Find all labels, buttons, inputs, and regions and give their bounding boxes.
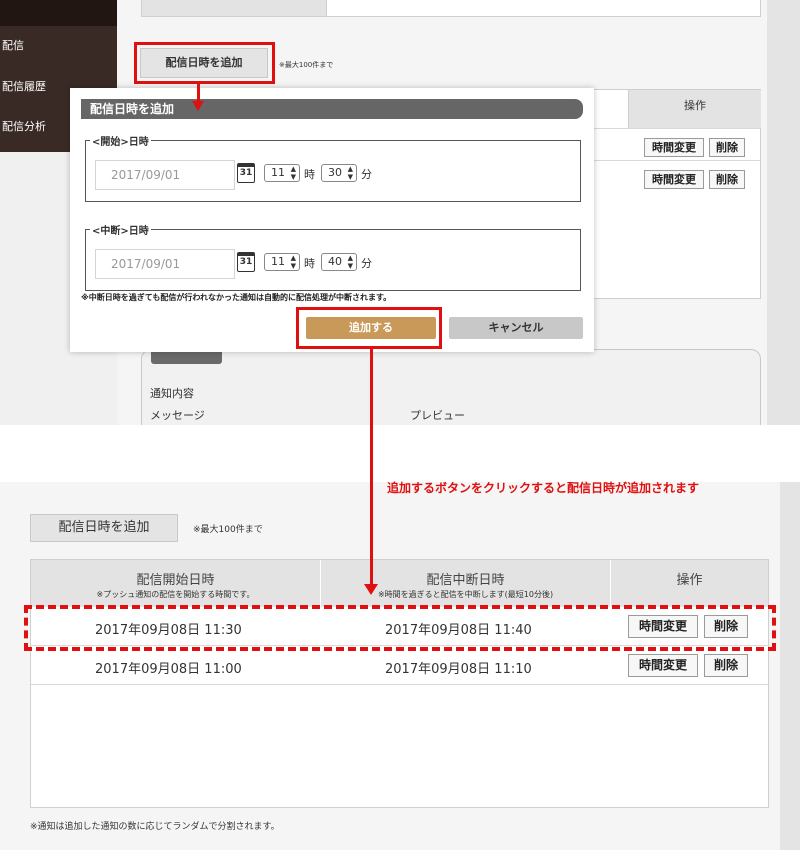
stop-datetime-group: <中断>日時 2017/09/01 31 11 ▲ ▼ 時 40 ▲ ▼ 分 — [85, 222, 581, 291]
calendar-icon[interactable]: 31 — [237, 163, 255, 183]
hour-unit: 時 — [304, 257, 315, 270]
modal-note: ※中断日時を過ぎても配信が行われなかった通知は自動的に配信処理が中断されます。 — [81, 293, 392, 302]
stop-hour-value: 11 — [271, 255, 285, 268]
modal-title: 配信日時を追加 — [81, 99, 583, 119]
max-note: ※最大100件まで — [193, 525, 263, 535]
add-button-highlight — [134, 42, 275, 84]
footer-note: ※通知は追加した通知の数に応じてランダムで分割されます。 — [30, 822, 280, 832]
arrow-line — [370, 349, 373, 586]
sidebar-item-history[interactable]: 配信履歴 — [2, 78, 46, 94]
start-datetime-group: <開始>日時 2017/09/01 31 11 ▲ ▼ 時 30 ▲ ▼ 分 — [85, 133, 581, 202]
stop-hour-select[interactable]: 11 ▲ ▼ — [264, 253, 300, 271]
start-minute-select[interactable]: 30 ▲ ▼ — [321, 164, 357, 182]
message-label: メッセージ — [150, 409, 205, 422]
start-hour-value: 11 — [271, 166, 285, 179]
calendar-icon[interactable]: 31 — [237, 252, 255, 272]
sidebar-item-analysis[interactable]: 配信分析 — [2, 118, 46, 134]
start-legend: <開始>日時 — [90, 133, 151, 148]
start-minute-value: 30 — [328, 166, 342, 179]
add-schedule-modal: 配信日時を追加 <開始>日時 2017/09/01 31 11 ▲ ▼ 時 30 … — [70, 88, 594, 352]
bottom-screenshot: 配信日時を追加 ※最大100件まで 配信開始日時 ※プッシュ通知の配信を開始する… — [0, 482, 800, 850]
confirm-button-highlight — [296, 307, 442, 349]
spinner-icon: ▲ ▼ — [290, 254, 296, 270]
preview-label: プレビュー — [410, 409, 465, 422]
hour-unit: 時 — [304, 168, 315, 181]
arrow-down-icon — [364, 584, 378, 595]
annotation-text: 追加するボタンをクリックすると配信日時が追加されます — [387, 481, 700, 495]
start-header-title: 配信開始日時 — [136, 573, 215, 588]
change-time-button[interactable]: 時間変更 — [628, 654, 698, 677]
stop-date-input[interactable]: 2017/09/01 — [95, 249, 235, 279]
new-row-highlight — [24, 605, 776, 651]
start-datetime-cell: 2017年09月08日 11:00 — [95, 662, 242, 677]
stop-minute-select[interactable]: 40 ▲ ▼ — [321, 253, 357, 271]
spinner-icon: ▲ ▼ — [290, 165, 296, 181]
table-row: 2017年09月08日 11:00 2017年09月08日 11:10 時間変更… — [31, 647, 768, 685]
notice-content-label: 通知内容 — [150, 387, 194, 400]
ops-header-title: 操作 — [676, 573, 703, 588]
stop-legend: <中断>日時 — [90, 222, 151, 237]
change-time-button[interactable]: 時間変更 — [644, 170, 704, 189]
delete-button[interactable]: 削除 — [704, 654, 748, 677]
cancel-button[interactable]: キャンセル — [449, 317, 583, 339]
arrow-down-icon — [192, 101, 204, 111]
max-note: ※最大100件まで — [279, 61, 334, 69]
start-date-input[interactable]: 2017/09/01 — [95, 160, 235, 190]
spinner-icon: ▲ ▼ — [347, 165, 353, 181]
scrollbar[interactable] — [767, 0, 800, 425]
delete-button[interactable]: 削除 — [709, 138, 745, 157]
start-header-sub: ※プッシュ通知の配信を開始する時間です。 — [96, 590, 255, 599]
ops-column-header: 操作 — [611, 560, 768, 607]
schedule-table: 配信開始日時 ※プッシュ通知の配信を開始する時間です。 配信中断日時 ※時間を過… — [30, 559, 769, 808]
stop-datetime-cell: 2017年09月08日 11:10 — [385, 662, 532, 677]
start-hour-select[interactable]: 11 ▲ ▼ — [264, 164, 300, 182]
sidebar-header — [0, 0, 117, 26]
delete-button[interactable]: 削除 — [709, 170, 745, 189]
sidebar-item-delivery[interactable]: 配信 — [2, 37, 24, 53]
ops-header: 操作 — [628, 90, 761, 128]
minute-unit: 分 — [361, 168, 372, 181]
minute-unit: 分 — [361, 257, 372, 270]
scrollbar[interactable] — [780, 482, 800, 850]
start-column-header: 配信開始日時 ※プッシュ通知の配信を開始する時間です。 — [31, 560, 320, 607]
add-schedule-button[interactable]: 配信日時を追加 — [30, 514, 178, 542]
top-box — [141, 0, 761, 17]
arrow-line — [197, 84, 200, 102]
change-time-button[interactable]: 時間変更 — [644, 138, 704, 157]
stop-minute-value: 40 — [328, 255, 342, 268]
spinner-icon: ▲ ▼ — [347, 254, 353, 270]
